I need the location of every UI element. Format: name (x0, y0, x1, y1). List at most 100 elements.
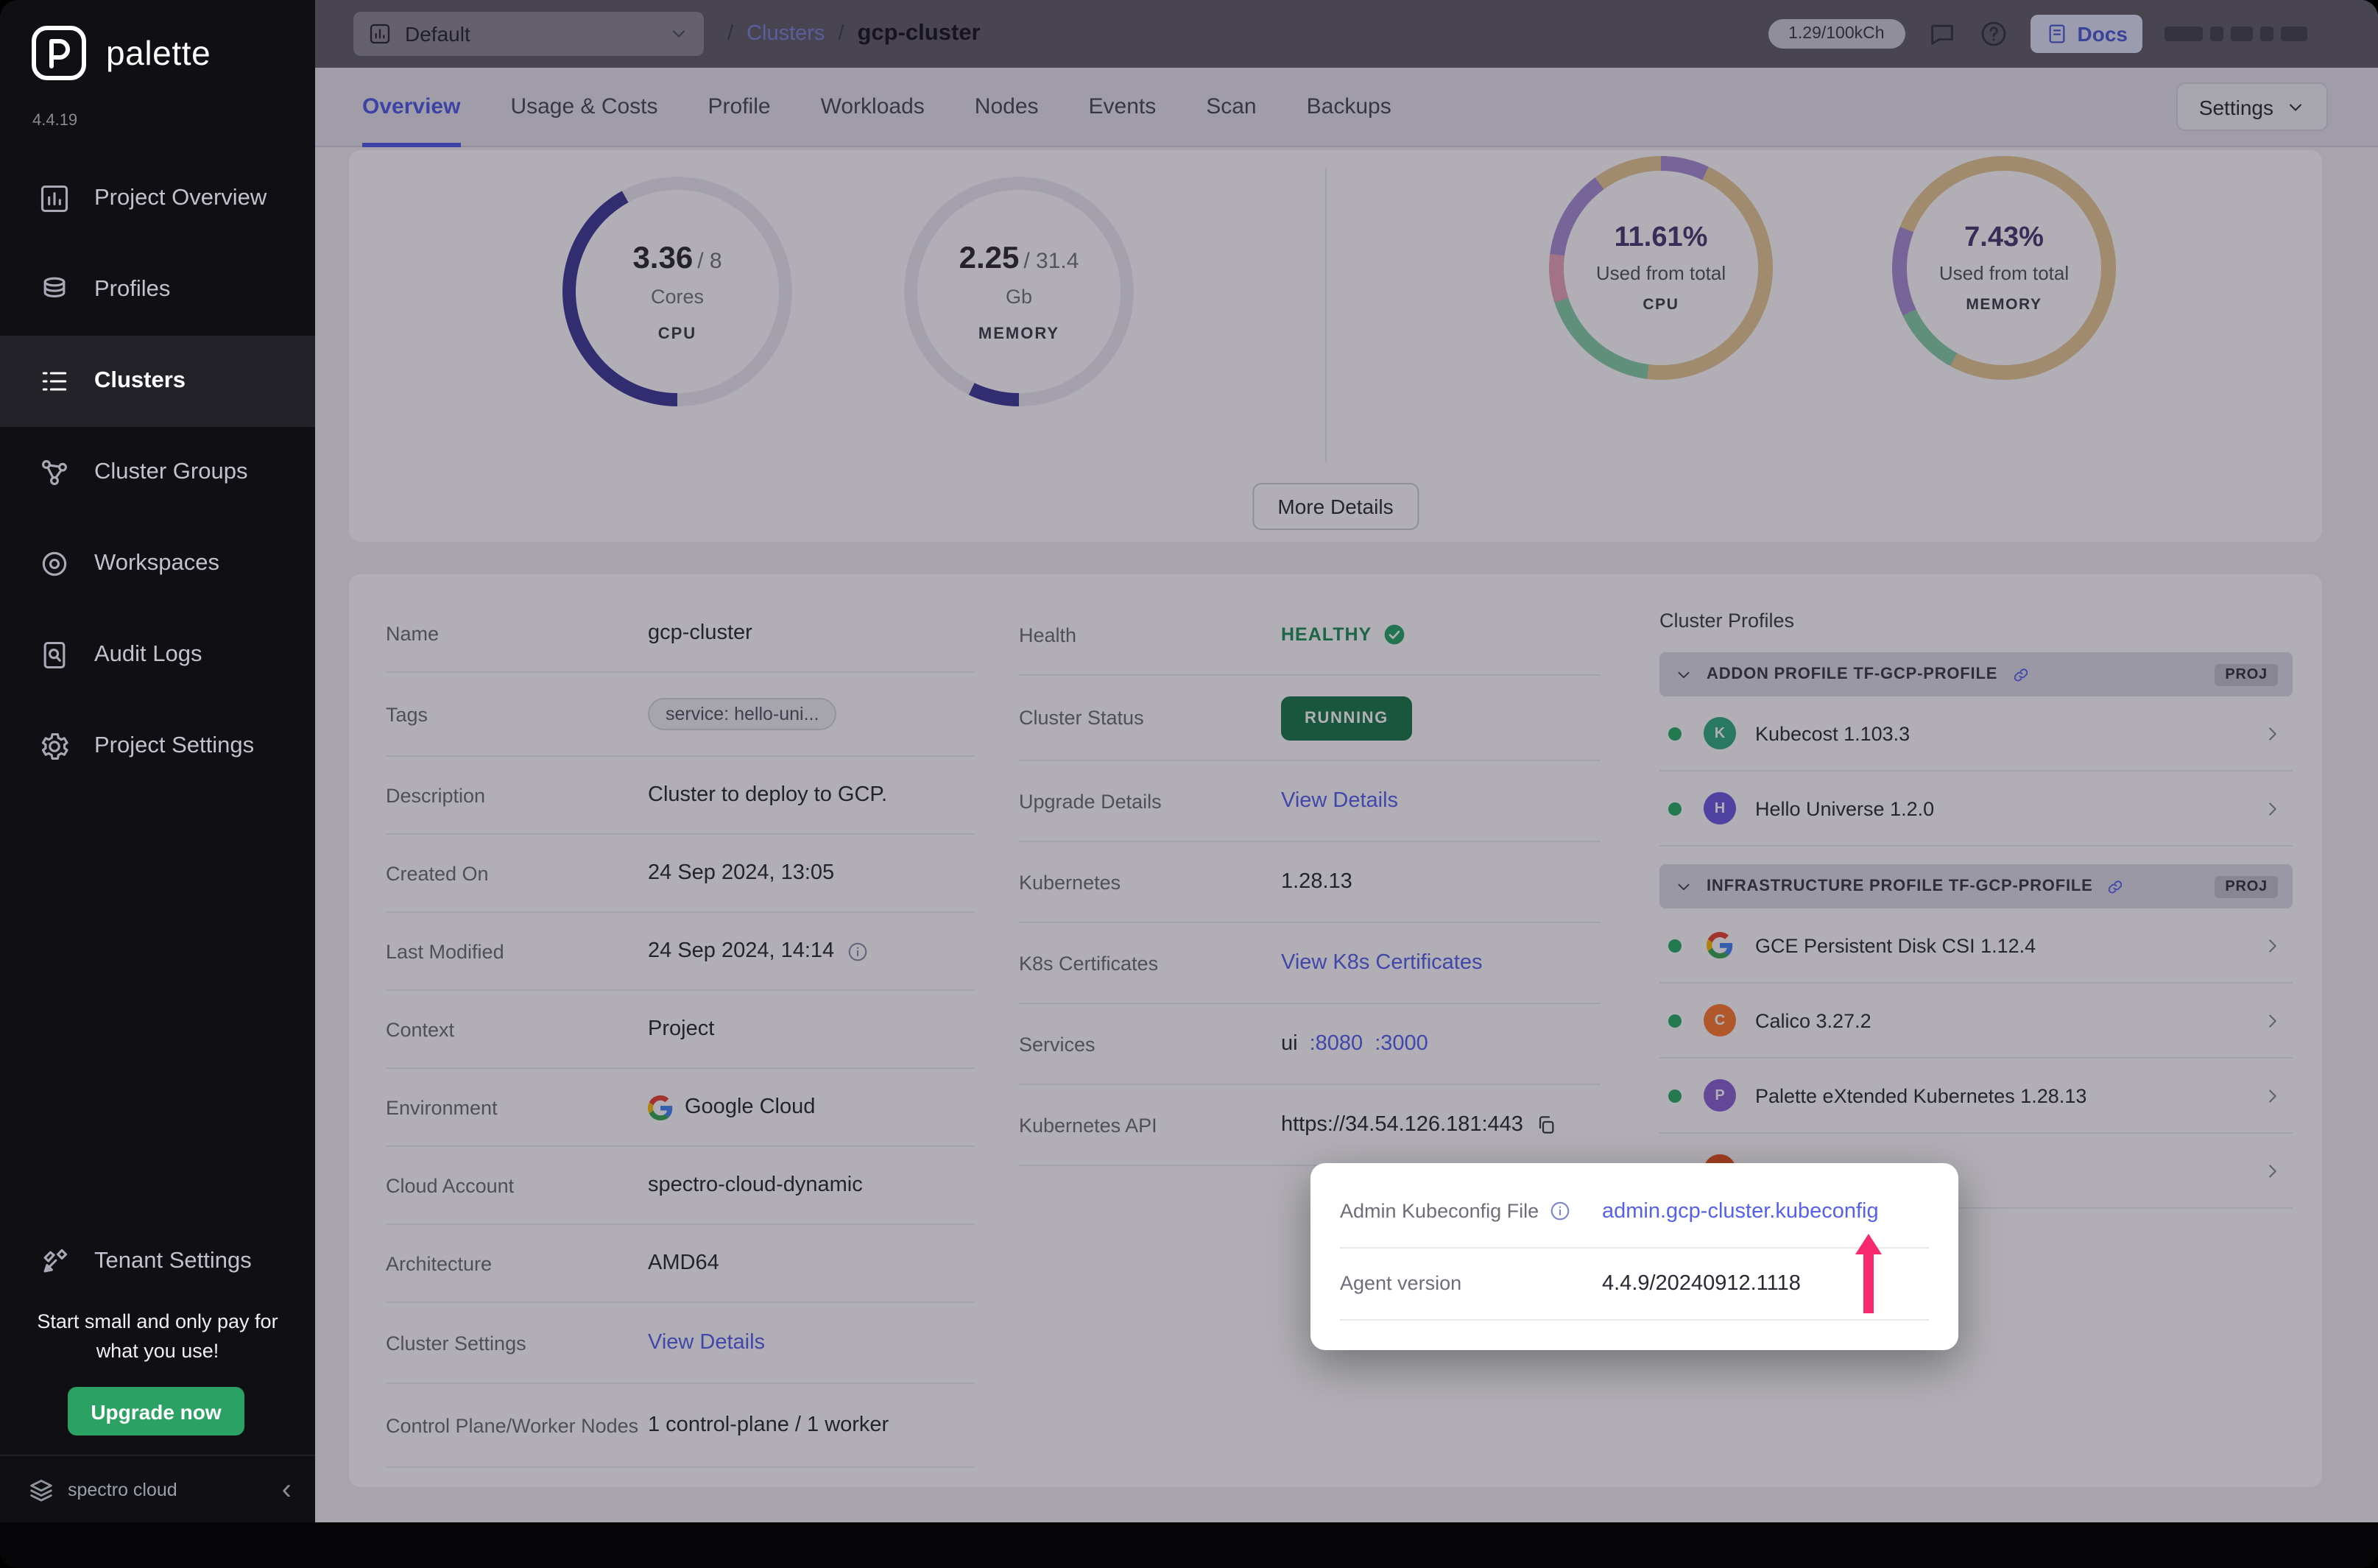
google-cloud-icon (648, 1095, 673, 1120)
layers-stack-icon (38, 274, 71, 306)
details-right-column: Health HEALTHY Cluster Status RUNNING Up… (1019, 595, 1601, 1166)
collapse-sidebar-icon[interactable]: ‹ (282, 1475, 292, 1505)
divider (1325, 168, 1327, 462)
breadcrumb-separator: / (727, 22, 733, 46)
breadcrumb-separator: / (838, 22, 844, 46)
chat-icon[interactable] (1927, 19, 1957, 49)
field-label: Upgrade Details (1019, 790, 1281, 812)
docs-button[interactable]: Docs (2031, 15, 2142, 53)
field-label: Services (1019, 1033, 1281, 1055)
field-label: Tags (386, 703, 648, 725)
field-value: 1 control-plane / 1 worker (648, 1413, 889, 1437)
field-label: K8s Certificates (1019, 952, 1281, 974)
chevron-down-icon (668, 24, 689, 44)
tab-overview[interactable]: Overview (362, 67, 460, 146)
tab-backups[interactable]: Backups (1307, 67, 1391, 146)
sidebar-tenant-section: Tenant Settings (0, 1216, 315, 1307)
sidebar-item-clusters[interactable]: Clusters (0, 336, 315, 427)
chevron-down-icon (2285, 96, 2306, 117)
tab-workloads[interactable]: Workloads (821, 67, 925, 146)
project-selector-value: Default (405, 22, 470, 46)
row-last-modified: Last Modified 24 Sep 2024, 14:14 (386, 913, 975, 991)
cluster-profiles-panel: Cluster Profiles ADDON PROFILE TF-GCP-PR… (1659, 610, 2293, 1209)
cpu-label: CPU (658, 325, 696, 342)
field-label: Kubernetes API (1019, 1114, 1281, 1136)
upgrade-now-button[interactable]: Upgrade now (68, 1387, 244, 1435)
field-label: Architecture (386, 1252, 648, 1274)
palette-app-window: palette 4.4.19 Project Overview Profiles… (0, 0, 2378, 1568)
redacted-user-info (2164, 27, 2307, 41)
project-selector-dropdown[interactable]: Default (353, 12, 704, 56)
settings-label: Settings (2199, 95, 2273, 119)
field-label: Admin Kubeconfig File (1340, 1200, 1539, 1222)
info-icon[interactable] (1549, 1200, 1571, 1222)
profile-pack-kubecost[interactable]: K Kubecost 1.103.3 (1659, 696, 2293, 771)
copy-icon[interactable] (1535, 1113, 1559, 1137)
profile-pack-hello-universe[interactable]: H Hello Universe 1.2.0 (1659, 771, 2293, 847)
cluster-settings-view-details-link[interactable]: View Details (648, 1331, 765, 1355)
breadcrumb-clusters-link[interactable]: Clusters (747, 22, 825, 46)
addon-profile-group-header[interactable]: ADDON PROFILE TF-GCP-PROFILE PROJ (1659, 652, 2293, 696)
proj-scope-badge: PROJ (2215, 663, 2278, 685)
row-services: Services ui :8080 :3000 (1019, 1004, 1601, 1085)
chevron-down-icon (1674, 665, 1693, 684)
spectro-cloud-label: spectro cloud (68, 1480, 177, 1500)
sidebar-item-project-settings[interactable]: Project Settings (0, 701, 315, 792)
sidebar-item-tenant-settings[interactable]: Tenant Settings (0, 1216, 315, 1307)
service-port-8080-link[interactable]: :8080 (1310, 1032, 1363, 1056)
tab-profile[interactable]: Profile (708, 67, 771, 146)
document-search-icon (38, 639, 71, 671)
profile-group-name: INFRASTRUCTURE PROFILE TF-GCP-PROFILE (1707, 877, 2093, 895)
field-value: AMD64 (648, 1251, 719, 1275)
cpu-donut-label: CPU (1643, 296, 1679, 314)
field-label: Control Plane/Worker Nodes (386, 1414, 648, 1436)
header-right-cluster: 1.29/100kCh Docs (1768, 15, 2378, 53)
field-value: Google Cloud (685, 1095, 815, 1119)
row-name: Name gcp-cluster (386, 595, 975, 673)
pack-status-dot (1668, 1014, 1682, 1027)
details-left-column: Name gcp-cluster Tags service: hello-uni… (386, 595, 975, 1468)
profile-pack-palette-extended-k8s[interactable]: P Palette eXtended Kubernetes 1.28.13 (1659, 1059, 2293, 1134)
admin-kubeconfig-download-link[interactable]: admin.gcp-cluster.kubeconfig (1602, 1199, 1879, 1223)
memory-donut-label: MEMORY (1966, 296, 2042, 314)
list-icon (38, 365, 71, 398)
row-health: Health HEALTHY (1019, 595, 1601, 676)
sidebar-footer: spectro cloud ‹ (0, 1455, 315, 1524)
pack-name: Calico 3.27.2 (1755, 1009, 1871, 1031)
sidebar-item-label: Project Overview (94, 186, 267, 212)
main-area: Default / Clusters / gcp-cluster 1.29/10… (315, 0, 2378, 1522)
info-icon[interactable] (846, 940, 868, 962)
help-icon[interactable] (1979, 19, 2008, 49)
profile-pack-gce-persistent-disk[interactable]: GCE Persistent Disk CSI 1.12.4 (1659, 908, 2293, 983)
sidebar-item-cluster-groups[interactable]: Cluster Groups (0, 427, 315, 518)
sidebar-item-profiles[interactable]: Profiles (0, 244, 315, 336)
more-details-button[interactable]: More Details (1252, 483, 1418, 530)
service-port-3000-link[interactable]: :3000 (1375, 1032, 1428, 1056)
service-name: ui (1281, 1032, 1298, 1056)
docs-icon (2045, 22, 2069, 46)
calico-icon: C (1704, 1004, 1736, 1036)
pack-name: Palette eXtended Kubernetes 1.28.13 (1755, 1084, 2086, 1106)
row-environment: Environment Google Cloud (386, 1069, 975, 1147)
tab-nodes[interactable]: Nodes (975, 67, 1039, 146)
gce-disk-icon (1704, 929, 1736, 961)
view-k8s-certificates-link[interactable]: View K8s Certificates (1281, 951, 1482, 975)
project-chart-icon (368, 22, 392, 46)
sidebar-item-workspaces[interactable]: Workspaces (0, 518, 315, 610)
infrastructure-profile-group-header[interactable]: INFRASTRUCTURE PROFILE TF-GCP-PROFILE PR… (1659, 864, 2293, 908)
field-label: Cloud Account (386, 1174, 648, 1196)
settings-button[interactable]: Settings (2177, 82, 2328, 131)
tab-scan[interactable]: Scan (1206, 67, 1256, 146)
sidebar-item-label: Cluster Groups (94, 459, 247, 486)
kubernetes-api-url: https://34.54.126.181:443 (1281, 1113, 1523, 1137)
sidebar-item-audit-logs[interactable]: Audit Logs (0, 610, 315, 701)
tab-usage-costs[interactable]: Usage & Costs (510, 67, 657, 146)
sidebar-item-project-overview[interactable]: Project Overview (0, 153, 315, 244)
profile-pack-calico[interactable]: C Calico 3.27.2 (1659, 983, 2293, 1059)
pack-name: GCE Persistent Disk CSI 1.12.4 (1755, 934, 2036, 956)
field-label: Last Modified (386, 940, 648, 962)
running-status-badge[interactable]: RUNNING (1281, 696, 1412, 740)
upgrade-view-details-link[interactable]: View Details (1281, 789, 1398, 813)
sidebar: palette 4.4.19 Project Overview Profiles… (0, 0, 315, 1522)
tab-events[interactable]: Events (1089, 67, 1157, 146)
